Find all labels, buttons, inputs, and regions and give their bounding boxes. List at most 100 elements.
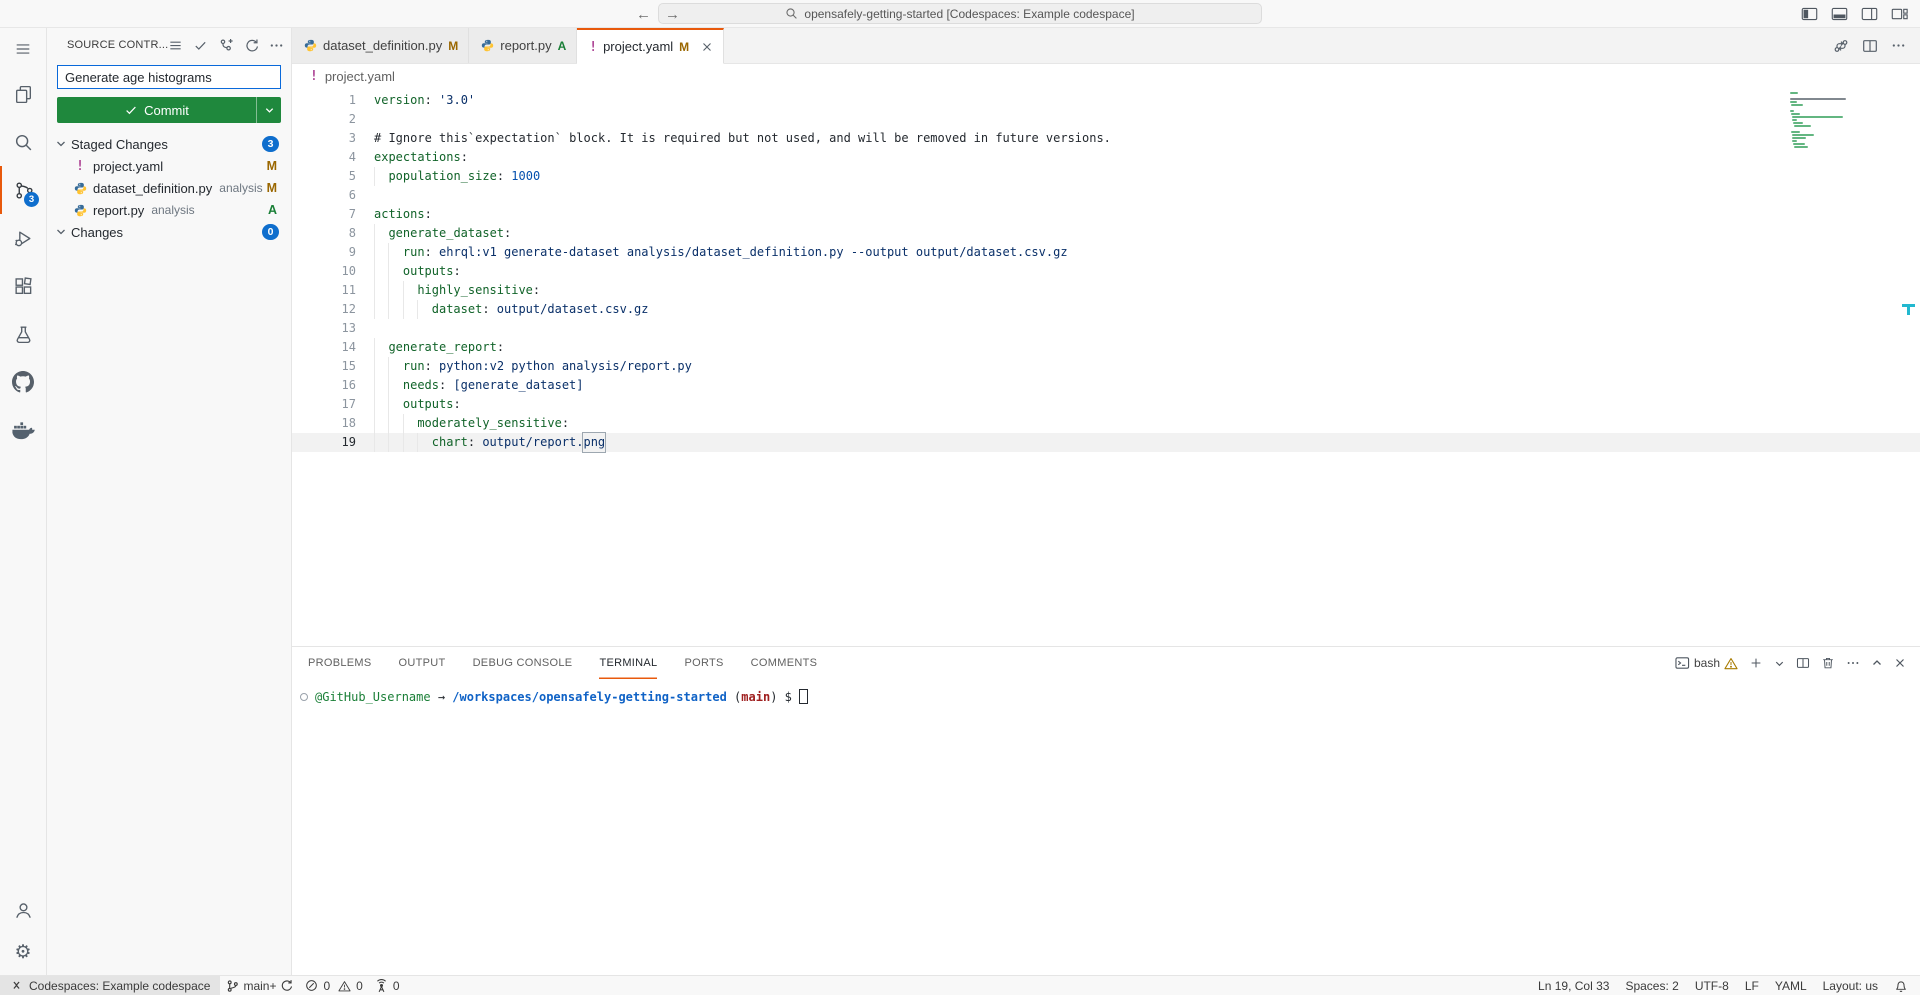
code-line-14[interactable]: 14generate_report: [292, 338, 1920, 357]
panel-more-icon[interactable] [1846, 656, 1860, 670]
remote-indicator[interactable]: Codespaces: Example codespace [0, 976, 220, 995]
toggle-panel-icon[interactable] [1831, 6, 1848, 22]
editor-tab-report.py[interactable]: report.pyA [469, 28, 577, 63]
code-line-13[interactable]: 13 [292, 319, 1920, 338]
panel-tab-debug-console[interactable]: DEBUG CONSOLE [473, 647, 573, 679]
scm-graph-icon[interactable] [218, 37, 234, 53]
terminal-view[interactable]: @GitHub_Username → /workspaces/opensafel… [292, 679, 1920, 706]
code-line-1[interactable]: 1version: '3.0' [292, 91, 1920, 110]
tab-label: project.yaml [603, 39, 673, 54]
commit-dropdown[interactable] [256, 97, 281, 123]
close-panel-icon[interactable] [1894, 657, 1906, 669]
code-line-10[interactable]: 10outputs: [292, 262, 1920, 281]
code-line-11[interactable]: 11highly_sensitive: [292, 281, 1920, 300]
scm-file-dataset_definition.py[interactable]: dataset_definition.pyanalysisM [47, 177, 291, 199]
commit-check-icon[interactable] [193, 38, 208, 53]
settings-button[interactable]: ⚙ [0, 931, 46, 973]
code-line-19[interactable]: 19chart: output/report.png [292, 433, 1920, 452]
code-line-2[interactable]: 2 [292, 110, 1920, 129]
back-button[interactable]: ← [636, 6, 651, 23]
terminal-shell-chip[interactable]: bash [1675, 656, 1738, 670]
command-center[interactable]: opensafely-getting-started [Codespaces: … [658, 3, 1262, 24]
file-name: dataset_definition.py [93, 181, 212, 196]
view-list-icon[interactable] [168, 38, 183, 53]
split-terminal-icon[interactable] [1796, 656, 1810, 670]
code-line-15[interactable]: 15run: python:v2 python analysis/report.… [292, 357, 1920, 376]
breadcrumb-file: project.yaml [325, 69, 395, 84]
minimap[interactable] [1790, 92, 1890, 149]
sidebar-item-extensions[interactable] [0, 262, 46, 310]
toggle-secondary-sidebar-icon[interactable] [1861, 6, 1878, 22]
refresh-icon[interactable] [244, 38, 259, 53]
scm-file-project.yaml[interactable]: !project.yamlM [47, 155, 291, 177]
status-item-3[interactable]: LF [1737, 976, 1767, 995]
new-terminal-icon[interactable] [1749, 656, 1763, 670]
sidebar-item-testing[interactable] [0, 310, 46, 358]
sync-icon[interactable] [280, 979, 293, 992]
forward-button[interactable]: → [665, 6, 680, 23]
editor-tab-project.yaml[interactable]: !project.yamlM [577, 28, 724, 64]
editor-tab-dataset_definition.py[interactable]: dataset_definition.pyM [292, 28, 469, 63]
activity-bar: 3 [0, 28, 47, 975]
panel-tab-ports[interactable]: PORTS [684, 647, 723, 679]
close-icon[interactable] [701, 41, 713, 53]
kill-terminal-icon[interactable] [1821, 656, 1835, 670]
code-token: version [374, 91, 425, 110]
code-token: highly_sensitive [417, 281, 533, 300]
maximize-panel-icon[interactable] [1871, 657, 1883, 669]
scm-badge: 3 [24, 192, 39, 207]
panel-tab-terminal[interactable]: TERMINAL [599, 647, 657, 679]
sidebar-item-github[interactable] [0, 358, 46, 406]
docker-icon [12, 421, 35, 440]
code-editor[interactable]: 1version: '3.0'23# Ignore this`expectati… [292, 88, 1920, 646]
open-changes-icon[interactable] [1833, 38, 1849, 54]
commit-button[interactable]: Commit [57, 97, 281, 123]
remote-icon [10, 979, 23, 992]
sidebar-item-source-control[interactable]: 3 [0, 166, 46, 214]
code-line-16[interactable]: 16needs: [generate_dataset] [292, 376, 1920, 395]
commit-button-label: Commit [144, 103, 189, 118]
problems-status[interactable]: 0 0 [299, 976, 368, 995]
ports-status[interactable]: 0 [369, 976, 406, 995]
code-line-3[interactable]: 3# Ignore this`expectation` block. It is… [292, 129, 1920, 148]
terminal-dropdown-icon[interactable] [1774, 658, 1785, 669]
code-line-4[interactable]: 4expectations: [292, 148, 1920, 167]
toggle-sidebar-icon[interactable] [1801, 6, 1818, 22]
status-item-4[interactable]: YAML [1767, 976, 1815, 995]
code-line-5[interactable]: 5population_size: 1000 [292, 167, 1920, 186]
account-button[interactable] [0, 889, 46, 931]
status-item-0[interactable]: Ln 19, Col 33 [1530, 976, 1617, 995]
commit-message-input[interactable]: Generate age histograms [57, 65, 281, 89]
minimap-line [1792, 137, 1806, 139]
yaml-file-icon: ! [71, 159, 89, 174]
menu-button[interactable] [0, 28, 46, 70]
panel-tab-output[interactable]: OUTPUT [399, 647, 446, 679]
sidebar-item-explorer[interactable] [0, 70, 46, 118]
split-editor-icon[interactable] [1862, 38, 1878, 54]
code-line-7[interactable]: 7actions: [292, 205, 1920, 224]
sidebar-item-search[interactable] [0, 118, 46, 166]
panel-tab-problems[interactable]: PROBLEMS [308, 647, 372, 679]
notifications-button[interactable] [1886, 976, 1920, 995]
status-item-2[interactable]: UTF-8 [1687, 976, 1737, 995]
code-line-17[interactable]: 17outputs: [292, 395, 1920, 414]
code-line-9[interactable]: 9run: ehrql:v1 generate-dataset analysis… [292, 243, 1920, 262]
panel-tab-comments[interactable]: COMMENTS [751, 647, 818, 679]
customize-layout-icon[interactable] [1891, 6, 1908, 22]
code-line-8[interactable]: 8generate_dataset: [292, 224, 1920, 243]
changes-header[interactable]: Changes 0 [47, 221, 291, 243]
scm-file-report.py[interactable]: report.pyanalysisA [47, 199, 291, 221]
staged-changes-header[interactable]: Staged Changes 3 [47, 133, 291, 155]
status-item-5[interactable]: Layout: us [1815, 976, 1886, 995]
code-line-18[interactable]: 18moderately_sensitive: [292, 414, 1920, 433]
breadcrumb[interactable]: ! project.yaml [292, 64, 1920, 88]
branch-status[interactable]: main+ [220, 976, 299, 995]
more-actions-icon[interactable] [269, 38, 284, 53]
sidebar-item-run-debug[interactable] [0, 214, 46, 262]
code-line-12[interactable]: 12dataset: output/dataset.csv.gz [292, 300, 1920, 319]
status-item-1[interactable]: Spaces: 2 [1617, 976, 1686, 995]
sidebar-item-docker[interactable] [0, 406, 46, 454]
code-line-6[interactable]: 6 [292, 186, 1920, 205]
more-actions-icon[interactable] [1891, 38, 1906, 53]
python-file-icon [481, 39, 494, 52]
